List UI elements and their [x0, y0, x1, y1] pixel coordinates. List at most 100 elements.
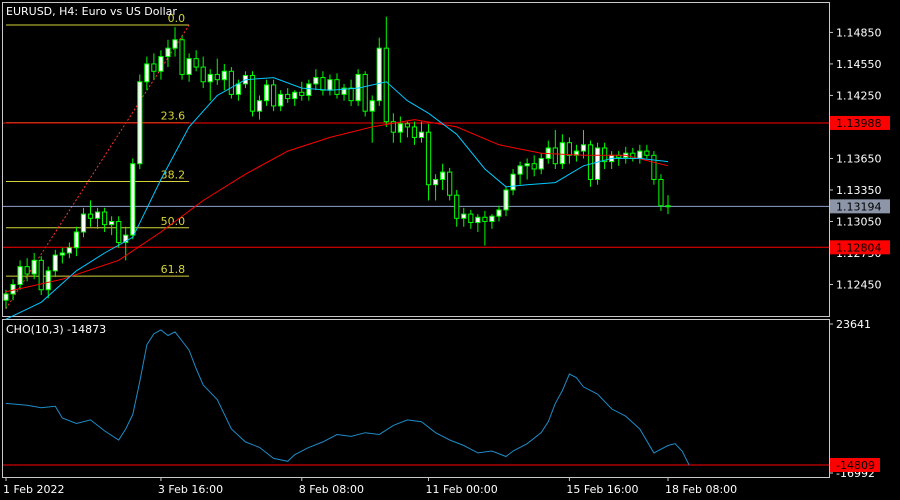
candle-body [397, 123, 403, 133]
candle-body [38, 259, 44, 291]
candle-body [17, 266, 23, 285]
chart-canvas[interactable]: 1.14850 1.14550 1.14250 1.13650 1.13350 1.130… [0, 0, 900, 500]
fib-level-label: 23.6 [161, 110, 186, 123]
candle-body [665, 205, 671, 208]
candle-body [524, 163, 530, 167]
indicator-title: CHO(10,3) -14873 [6, 323, 106, 336]
price-tick-label: 1.13650 [836, 152, 882, 165]
candle-body [249, 74, 256, 112]
candle-body [24, 266, 30, 275]
candle-body [214, 73, 220, 81]
candle-body [186, 58, 192, 75]
price-tick-label: 1.13350 [836, 184, 882, 197]
candle-body [566, 142, 573, 156]
candle-body [221, 70, 227, 81]
candle-body [278, 93, 284, 107]
candle-body [517, 165, 523, 175]
price-tick-label: 1.14850 [836, 26, 882, 39]
candle-body [158, 56, 164, 72]
candle-body [334, 79, 340, 95]
candle-body [292, 91, 298, 100]
candle-body [116, 220, 122, 243]
price-tick-label: 1.12450 [836, 278, 882, 291]
candle-body [73, 231, 80, 249]
time-tick-label: 18 Feb 08:00 [665, 483, 737, 496]
candle-body [447, 171, 453, 196]
level-price-label: 1.13988 [836, 117, 882, 130]
time-tick-label: 1 Feb 2022 [3, 483, 64, 496]
candle-body [489, 215, 495, 222]
candle-body [482, 216, 488, 222]
candle-body [376, 47, 382, 102]
candle-body [538, 157, 544, 170]
price-tick-label: 1.14250 [836, 89, 882, 102]
candle-body [503, 189, 509, 211]
candle-body [94, 211, 101, 219]
candle-body [235, 83, 242, 95]
candle-body [31, 259, 37, 275]
cho-tick-label: 23641 [836, 318, 871, 331]
candle-body [348, 87, 354, 102]
candle-body [461, 213, 467, 219]
candle-body [418, 131, 425, 138]
candle-body [580, 144, 587, 152]
candle-body [552, 147, 558, 165]
candle-body [468, 213, 474, 224]
horizontal-levels[interactable]: 1.13988 1.13194 1.12804 -14809 [3, 115, 890, 472]
candle-body [45, 270, 51, 291]
price-tick-label: 1.14550 [836, 58, 882, 71]
candle-body [637, 150, 643, 159]
candle-body [256, 100, 263, 112]
candle-body [510, 173, 516, 191]
chart-title: EURUSD, H4: Euro vs US Dollar [6, 5, 177, 18]
price-tick-label: 1.13050 [836, 215, 882, 228]
candle-body [531, 163, 537, 170]
moving-averages [5, 77, 669, 320]
candle-body [263, 84, 270, 102]
candle-body [130, 163, 136, 236]
indicator-frame [2, 319, 830, 478]
candle-body [66, 247, 72, 254]
candle-body [320, 77, 326, 91]
candle-body [644, 150, 650, 156]
candle-body [306, 83, 312, 96]
candle-body [411, 126, 418, 138]
candle-body [327, 79, 333, 91]
fast-moving-average-line [5, 77, 669, 320]
candle-body [440, 171, 446, 180]
level-price-label: 1.12804 [836, 241, 882, 254]
time-tick-label: 8 Feb 08:00 [299, 483, 364, 496]
candle-body [109, 220, 115, 226]
candle-body [454, 194, 460, 219]
candle-body [87, 213, 94, 219]
fib-level-label: 61.8 [161, 263, 186, 276]
candle-body [200, 66, 206, 83]
time-tick-label: 3 Feb 16:00 [158, 483, 223, 496]
candle-body [59, 252, 65, 256]
candle-body [651, 154, 657, 180]
candle-body [151, 63, 157, 72]
candle-body [313, 77, 319, 85]
candle-body [559, 142, 565, 165]
time-tick-label: 15 Feb 16:00 [566, 483, 638, 496]
candle-body [432, 178, 439, 186]
cho-line [5, 329, 690, 466]
candle-body [369, 100, 375, 112]
candle-body [172, 39, 178, 49]
candle-body [271, 84, 277, 107]
candle-body [144, 63, 150, 83]
candle-body [362, 73, 368, 112]
candle-body [299, 91, 305, 96]
candle-body [404, 123, 411, 128]
candle-body [285, 93, 291, 100]
candle-body [3, 293, 9, 301]
candle-body [228, 70, 234, 95]
fib-level-label: 38.2 [161, 169, 186, 182]
candle-body [496, 209, 502, 217]
candle-body [80, 213, 87, 233]
cho-level-label: -14809 [836, 459, 875, 472]
candle-body [594, 147, 601, 180]
candle-body [587, 144, 594, 180]
candle-body [207, 73, 213, 83]
candle-body [193, 58, 199, 68]
